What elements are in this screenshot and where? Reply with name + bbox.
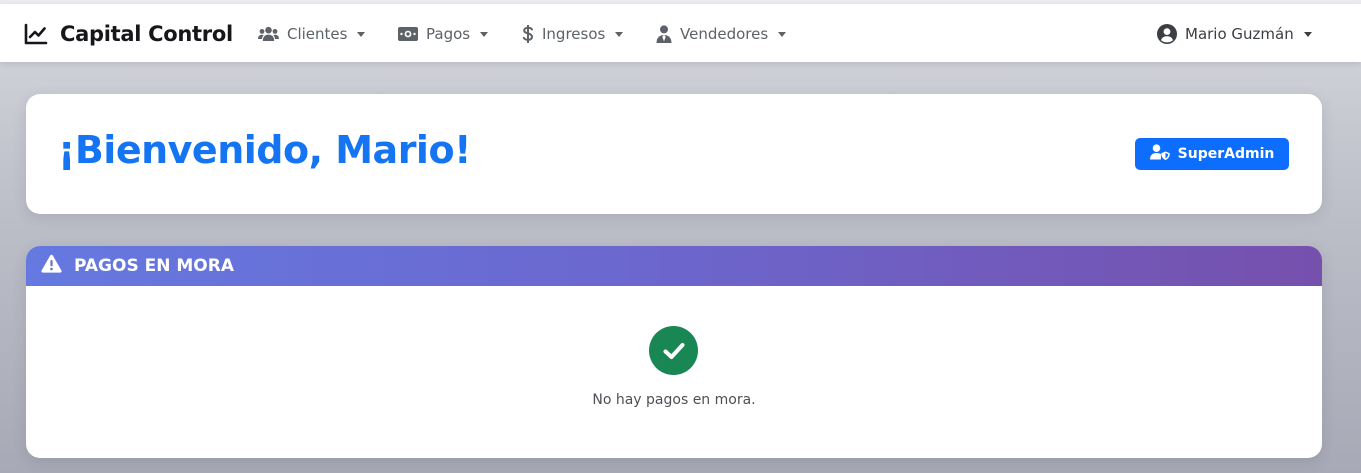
chart-line-icon bbox=[24, 23, 48, 45]
overdue-payments-card: PAGOS EN MORA No hay pagos en mora. bbox=[26, 246, 1322, 458]
top-navbar: Capital Control Clientes Pagos Ingresos … bbox=[0, 4, 1361, 62]
empty-state-message: No hay pagos en mora. bbox=[592, 392, 756, 408]
user-name: Mario Guzmán bbox=[1185, 25, 1294, 43]
nav-label-pagos: Pagos bbox=[426, 25, 471, 43]
welcome-title: ¡Bienvenido, Mario! bbox=[58, 128, 471, 172]
nav-label-vendedores: Vendedores bbox=[680, 25, 769, 43]
brand-name: Capital Control bbox=[60, 22, 233, 46]
nav-label-clientes: Clientes bbox=[287, 25, 348, 43]
check-circle-icon bbox=[649, 326, 698, 375]
overdue-payments-title: PAGOS EN MORA bbox=[74, 256, 234, 276]
chevron-down-icon bbox=[357, 31, 366, 37]
brand-link[interactable]: Capital Control bbox=[24, 20, 233, 48]
overdue-payments-header: PAGOS EN MORA bbox=[26, 246, 1322, 286]
chevron-down-icon bbox=[615, 31, 624, 37]
user-shield-icon bbox=[1149, 144, 1170, 164]
nav-item-vendedores[interactable]: Vendedores bbox=[656, 22, 787, 46]
chevron-down-icon bbox=[1303, 31, 1312, 37]
money-bill-icon bbox=[398, 27, 418, 41]
role-badge: SuperAdmin bbox=[1135, 138, 1289, 170]
chevron-down-icon bbox=[480, 31, 489, 37]
users-icon bbox=[258, 26, 279, 42]
nav-item-pagos[interactable]: Pagos bbox=[398, 22, 489, 46]
chevron-down-icon bbox=[778, 31, 787, 37]
nav-item-ingresos[interactable]: Ingresos bbox=[522, 22, 624, 46]
dollar-icon bbox=[522, 25, 534, 43]
warning-icon bbox=[41, 254, 62, 278]
user-circle-icon bbox=[1157, 24, 1177, 44]
welcome-card: ¡Bienvenido, Mario! SuperAdmin bbox=[26, 94, 1322, 214]
nav-item-clientes[interactable]: Clientes bbox=[258, 22, 366, 46]
user-tie-icon bbox=[656, 25, 672, 43]
role-badge-label: SuperAdmin bbox=[1177, 146, 1275, 162]
nav-label-ingresos: Ingresos bbox=[542, 25, 606, 43]
user-menu[interactable]: Mario Guzmán bbox=[1157, 22, 1312, 46]
